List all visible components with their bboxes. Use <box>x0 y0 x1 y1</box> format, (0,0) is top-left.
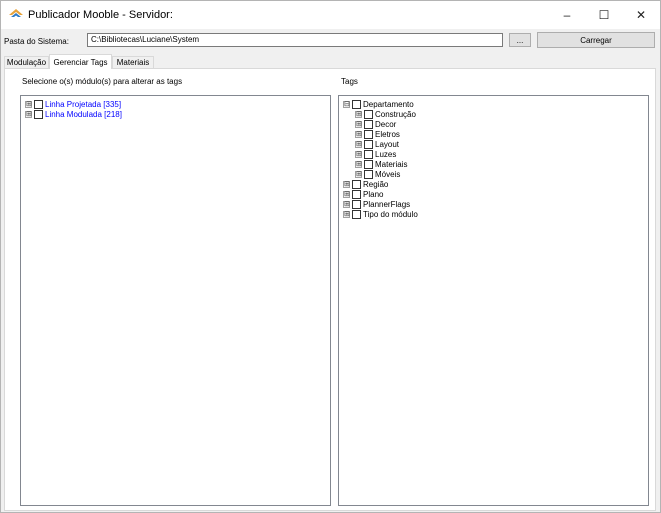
collapse-icon[interactable]: ⊟ <box>343 100 350 108</box>
expand-icon[interactable]: ⊞ <box>25 110 32 118</box>
tab-gerenciar-tags[interactable]: Gerenciar Tags <box>49 54 112 69</box>
tree-node[interactable]: ⊞ Decor <box>343 119 418 129</box>
expand-icon[interactable]: ⊞ <box>343 200 350 208</box>
checkbox[interactable] <box>352 209 361 219</box>
gerenciar-tags-panel: Selecione o(s) módulo(s) para alterar as… <box>4 68 656 511</box>
expand-icon[interactable]: ⊞ <box>355 160 362 168</box>
checkbox[interactable] <box>364 129 373 139</box>
tree-node[interactable]: ⊞ PlannerFlags <box>343 199 418 209</box>
tree-node[interactable]: ⊞ Linha Projetada [335] <box>25 99 122 109</box>
tree-node[interactable]: ⊞ Linha Modulada [218] <box>25 109 122 119</box>
tree-node[interactable]: ⊞ Construção <box>343 109 418 119</box>
tags-tree[interactable]: ⊟ Departamento ⊞ Construção ⊞ Decor ⊞ El… <box>338 95 649 506</box>
expand-icon[interactable]: ⊞ <box>355 110 362 118</box>
expand-icon[interactable]: ⊞ <box>343 210 350 218</box>
tab-modulacao[interactable]: Modulação <box>4 56 49 68</box>
tree-node-label[interactable]: Plano <box>363 190 383 199</box>
checkbox[interactable] <box>352 199 361 209</box>
load-button[interactable]: Carregar <box>537 32 655 48</box>
expand-icon[interactable]: ⊞ <box>343 180 350 188</box>
expand-icon[interactable]: ⊞ <box>355 150 362 158</box>
checkbox[interactable] <box>364 159 373 169</box>
tree-node-label[interactable]: Linha Projetada [335] <box>45 100 121 109</box>
tree-node-label[interactable]: Layout <box>375 140 399 149</box>
folder-path-input[interactable]: C:\Bibliotecas\Luciane\System <box>87 33 503 47</box>
tree-node-label[interactable]: Departamento <box>363 100 414 109</box>
tree-node-label[interactable]: Decor <box>375 120 396 129</box>
tree-node[interactable]: ⊞ Plano <box>343 189 418 199</box>
checkbox[interactable] <box>352 99 361 109</box>
tree-node-label[interactable]: Tipo do módulo <box>363 210 418 219</box>
tree-node[interactable]: ⊞ Região <box>343 179 418 189</box>
modules-tree[interactable]: ⊞ Linha Projetada [335] ⊞ Linha Modulada… <box>20 95 331 506</box>
maximize-button[interactable]: ☐ <box>585 1 623 29</box>
window-title: Publicador Mooble - Servidor: <box>28 9 173 21</box>
expand-icon[interactable]: ⊞ <box>343 190 350 198</box>
tree-node-label[interactable]: Linha Modulada [218] <box>45 110 122 119</box>
tags-heading: Tags <box>341 77 358 86</box>
tree-node-label[interactable]: Eletros <box>375 130 400 139</box>
checkbox[interactable] <box>34 109 43 119</box>
app-window: Publicador Mooble - Servidor: – ☐ ✕ Past… <box>0 0 661 513</box>
tree-node[interactable]: ⊞ Eletros <box>343 129 418 139</box>
tree-node[interactable]: ⊞ Layout <box>343 139 418 149</box>
checkbox[interactable] <box>364 139 373 149</box>
checkbox[interactable] <box>364 109 373 119</box>
minimize-button[interactable]: – <box>548 1 586 29</box>
checkbox[interactable] <box>364 149 373 159</box>
expand-icon[interactable]: ⊞ <box>25 100 32 108</box>
title-bar: Publicador Mooble - Servidor: – ☐ ✕ <box>1 1 660 29</box>
expand-icon[interactable]: ⊞ <box>355 130 362 138</box>
checkbox[interactable] <box>364 119 373 129</box>
tree-node-label[interactable]: PlannerFlags <box>363 200 410 209</box>
tree-node[interactable]: ⊞ Tipo do módulo <box>343 209 418 219</box>
browse-button[interactable]: ... <box>509 33 531 47</box>
tree-node-label[interactable]: Luzes <box>375 150 396 159</box>
tree-node[interactable]: ⊞ Materiais <box>343 159 418 169</box>
expand-icon[interactable]: ⊞ <box>355 170 362 178</box>
modules-heading: Selecione o(s) módulo(s) para alterar as… <box>22 77 183 86</box>
tree-node-label[interactable]: Construção <box>375 110 416 119</box>
tab-materiais[interactable]: Materiais <box>112 56 154 68</box>
tree-node[interactable]: ⊞ Móveis <box>343 169 418 179</box>
folder-label: Pasta do Sistema: <box>4 37 69 46</box>
checkbox[interactable] <box>34 99 43 109</box>
tree-node[interactable]: ⊟ Departamento <box>343 99 418 109</box>
checkbox[interactable] <box>364 169 373 179</box>
tree-node-label[interactable]: Móveis <box>375 170 400 179</box>
expand-icon[interactable]: ⊞ <box>355 120 362 128</box>
tree-node-label[interactable]: Materiais <box>375 160 407 169</box>
tree-node-label[interactable]: Região <box>363 180 388 189</box>
checkbox[interactable] <box>352 189 361 199</box>
tree-node[interactable]: ⊞ Luzes <box>343 149 418 159</box>
expand-icon[interactable]: ⊞ <box>355 140 362 148</box>
mooble-logo-icon <box>9 9 23 17</box>
close-button[interactable]: ✕ <box>622 1 660 29</box>
checkbox[interactable] <box>352 179 361 189</box>
